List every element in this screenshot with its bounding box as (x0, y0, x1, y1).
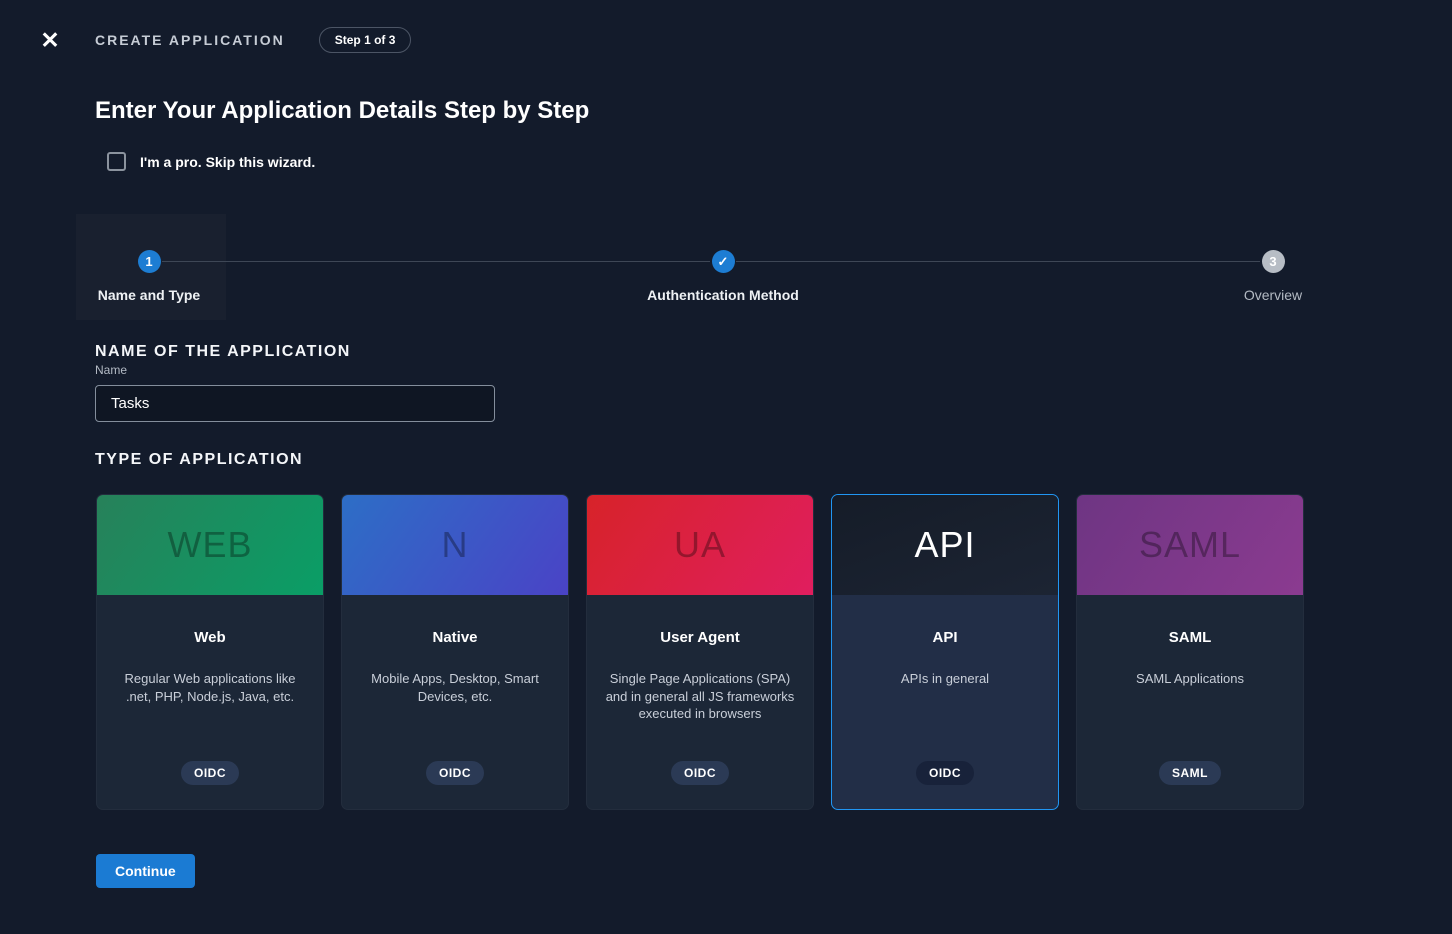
protocol-badge: OIDC (916, 761, 974, 785)
protocol-badge: OIDC (181, 761, 239, 785)
close-icon[interactable]: ✕ (38, 28, 62, 52)
app-type-card-user-agent[interactable]: UA User Agent Single Page Applications (… (586, 494, 814, 810)
application-type-cards: WEB Web Regular Web applications like .n… (96, 494, 1452, 810)
app-type-card-saml[interactable]: SAML SAML SAML Applications SAML (1076, 494, 1304, 810)
card-description: Regular Web applications like .net, PHP,… (113, 670, 307, 705)
type-section-heading: TYPE OF APPLICATION (95, 451, 1452, 469)
stepper-step-overview[interactable]: 3 Overview (1153, 214, 1393, 303)
card-description: APIs in general (848, 670, 1042, 688)
card-description: Mobile Apps, Desktop, Smart Devices, etc… (358, 670, 552, 705)
step-number-indicator: 1 (138, 250, 161, 273)
step-number-indicator: 3 (1262, 250, 1285, 273)
protocol-badge: SAML (1159, 761, 1221, 785)
card-description: SAML Applications (1093, 670, 1287, 688)
native-card-banner: N (342, 495, 568, 595)
api-card-banner: API (832, 495, 1058, 595)
app-type-card-native[interactable]: N Native Mobile Apps, Desktop, Smart Dev… (341, 494, 569, 810)
app-type-card-web[interactable]: WEB Web Regular Web applications like .n… (96, 494, 324, 810)
step-label: Name and Type (29, 287, 269, 303)
name-field-label: Name (95, 363, 127, 377)
skip-wizard-checkbox[interactable] (107, 152, 126, 171)
name-section-heading: NAME OF THE APPLICATION (95, 343, 1452, 361)
skip-wizard-option[interactable]: I'm a pro. Skip this wizard. (107, 152, 1452, 171)
skip-wizard-label: I'm a pro. Skip this wizard. (140, 154, 315, 170)
application-name-input[interactable] (95, 385, 495, 422)
protocol-badge: OIDC (671, 761, 729, 785)
wizard-stepper: 1 Name and Type ✓ Authentication Method … (0, 214, 1452, 320)
card-title: User Agent (587, 629, 813, 646)
card-title: Native (342, 629, 568, 646)
card-title: API (832, 629, 1058, 646)
user-agent-card-banner: UA (587, 495, 813, 595)
page-title: Enter Your Application Details Step by S… (95, 97, 1452, 125)
card-description: Single Page Applications (SPA) and in ge… (603, 670, 797, 723)
card-title: SAML (1077, 629, 1303, 646)
web-card-banner: WEB (97, 495, 323, 595)
step-check-icon: ✓ (712, 250, 735, 273)
protocol-badge: OIDC (426, 761, 484, 785)
saml-card-banner: SAML (1077, 495, 1303, 595)
wizard-title: CREATE APPLICATION (95, 32, 285, 48)
step-label: Authentication Method (603, 287, 843, 303)
stepper-step-authentication-method[interactable]: ✓ Authentication Method (603, 214, 843, 303)
wizard-top-bar: ✕ CREATE APPLICATION Step 1 of 3 (0, 0, 1452, 80)
card-title: Web (97, 629, 323, 646)
continue-button[interactable]: Continue (96, 854, 195, 888)
app-type-card-api[interactable]: API API APIs in general OIDC (831, 494, 1059, 810)
stepper-step-name-and-type[interactable]: 1 Name and Type (29, 214, 269, 303)
step-progress-badge: Step 1 of 3 (319, 27, 412, 53)
step-label: Overview (1153, 287, 1393, 303)
